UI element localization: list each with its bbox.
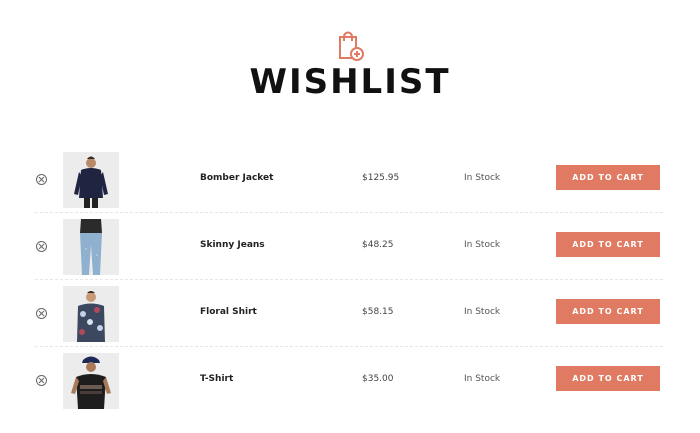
add-to-cart-button[interactable]: ADD TO CART	[556, 165, 660, 190]
product-price: $58.15	[362, 307, 394, 317]
product-image	[63, 219, 119, 275]
add-to-cart-button[interactable]: ADD TO CART	[556, 232, 660, 257]
product-price: $35.00	[362, 374, 394, 384]
stock-status: In Stock	[464, 173, 501, 183]
page-title: WISHLIST	[249, 62, 451, 102]
stock-status: In Stock	[464, 307, 501, 317]
product-image	[63, 152, 119, 208]
remove-item-icon[interactable]	[36, 241, 47, 252]
table-row: Bomber Jacket $125.95 In Stock ADD TO CA…	[35, 146, 663, 213]
add-to-cart-button[interactable]: ADD TO CART	[556, 366, 660, 391]
remove-item-icon[interactable]	[36, 308, 47, 319]
wishlist-header	[0, 28, 700, 66]
stock-status: In Stock	[464, 240, 501, 250]
table-row: Skinny Jeans $48.25 In Stock ADD TO CART	[35, 213, 663, 280]
product-price: $125.95	[362, 173, 400, 183]
remove-item-icon[interactable]	[36, 174, 47, 185]
product-image	[63, 353, 119, 409]
product-image	[63, 286, 119, 342]
shopping-bag-plus-icon	[335, 28, 365, 62]
add-to-cart-button[interactable]: ADD TO CART	[556, 299, 660, 324]
product-price: $48.25	[362, 240, 394, 250]
product-name[interactable]: T-Shirt	[200, 374, 233, 384]
product-name[interactable]: Skinny Jeans	[200, 240, 265, 250]
stock-status: In Stock	[464, 374, 501, 384]
product-name[interactable]: Bomber Jacket	[200, 173, 273, 183]
product-name[interactable]: Floral Shirt	[200, 307, 257, 317]
table-row: Floral Shirt $58.15 In Stock ADD TO CART	[35, 280, 663, 347]
table-row: T-Shirt $35.00 In Stock ADD TO CART	[35, 347, 663, 413]
remove-item-icon[interactable]	[36, 375, 47, 386]
wishlist-table: Bomber Jacket $125.95 In Stock ADD TO CA…	[35, 146, 663, 413]
